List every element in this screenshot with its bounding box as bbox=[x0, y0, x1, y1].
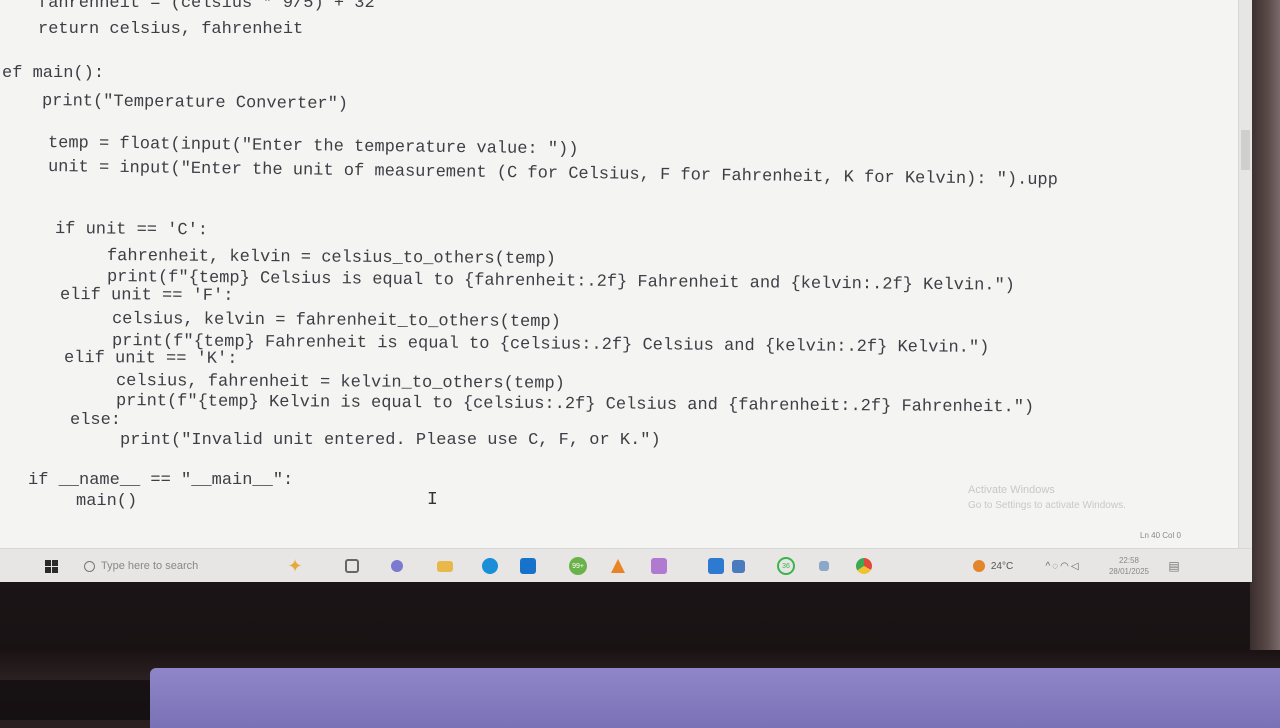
code-line-19: main() bbox=[76, 492, 138, 511]
clock[interactable]: 22:58 28/01/2025 bbox=[1098, 549, 1160, 582]
taskbar: Type here to search ✦ 99+ 36 24°C ^ ◌ ◠ … bbox=[0, 548, 1252, 582]
notification-badge: 99+ bbox=[569, 557, 587, 575]
app-icon[interactable] bbox=[812, 549, 836, 582]
windows-icon bbox=[44, 559, 58, 573]
code-line-3: ef main(): bbox=[2, 64, 105, 83]
code-line-12: print(f"{temp} Fahrenheit is equal to {c… bbox=[111, 332, 990, 358]
code-line-14: celsius, fahrenheit = kelvin_to_others(t… bbox=[115, 372, 565, 394]
clock-date: 28/01/2025 bbox=[1108, 567, 1150, 576]
laptop-keyboard-deck bbox=[150, 668, 1280, 728]
task-view-icon[interactable] bbox=[340, 549, 364, 582]
edge-icon[interactable] bbox=[478, 549, 502, 582]
weather-temp: 24°C bbox=[990, 560, 1014, 572]
code-line-7: if unit == 'C': bbox=[54, 220, 209, 241]
screen: fahrenheit = (celsius * 9/5) + 32 return… bbox=[0, 0, 1252, 582]
wifi-icon[interactable]: ◠ bbox=[1060, 561, 1071, 572]
cloud-icon[interactable]: ◌ bbox=[1052, 561, 1060, 572]
scrollbar-thumb[interactable] bbox=[1241, 130, 1250, 170]
code-line-17: print("Invalid unit entered. Please use … bbox=[120, 431, 661, 450]
store-icon[interactable] bbox=[647, 549, 671, 582]
volume-icon[interactable]: ◁ bbox=[1071, 561, 1081, 572]
code-line-13: elif unit == 'K': bbox=[63, 349, 238, 369]
app-badge-icon[interactable]: 99+ bbox=[566, 549, 590, 582]
code-line-5: temp = float(input("Enter the temperatur… bbox=[47, 134, 579, 160]
code-line-1: fahrenheit = (celsius * 9/5) + 32 bbox=[38, 0, 375, 13]
code-line-4: print("Temperature Converter") bbox=[41, 92, 349, 115]
outlook-icon[interactable] bbox=[516, 549, 540, 582]
code-line-18: if __name__ == "__main__": bbox=[28, 471, 294, 490]
code-line-8: fahrenheit, kelvin = celsius_to_others(t… bbox=[106, 247, 556, 270]
whatsapp-icon[interactable]: 36 bbox=[774, 549, 798, 582]
activate-windows-subtitle: Go to Settings to activate Windows. bbox=[968, 500, 1126, 511]
whatsapp-badge: 36 bbox=[777, 557, 795, 575]
laptop-edge bbox=[1250, 0, 1280, 720]
text-cursor-icon: I bbox=[427, 490, 438, 510]
vlc-icon[interactable] bbox=[606, 549, 630, 582]
chrome-icon[interactable] bbox=[852, 549, 876, 582]
app-icon[interactable] bbox=[385, 549, 409, 582]
file-explorer-icon[interactable] bbox=[433, 549, 457, 582]
taskbar-search[interactable]: Type here to search bbox=[84, 549, 264, 582]
system-tray[interactable]: ^ ◌ ◠ ◁ bbox=[1028, 549, 1098, 582]
code-line-9: print(f"{temp} Celsius is equal to {fahr… bbox=[106, 268, 1016, 296]
cursor-position[interactable]: Ln 40 Col 0 bbox=[1140, 531, 1181, 540]
code-line-16: else: bbox=[70, 411, 122, 430]
app-icon[interactable] bbox=[726, 549, 750, 582]
weather-widget[interactable]: 24°C bbox=[958, 549, 1028, 582]
vertical-scrollbar[interactable] bbox=[1238, 0, 1252, 548]
chevron-up-icon[interactable]: ^ bbox=[1045, 561, 1052, 572]
clock-time: 22:58 bbox=[1118, 556, 1140, 565]
code-line-15: print(f"{temp} Kelvin is equal to {celsi… bbox=[115, 392, 1035, 418]
code-editor[interactable]: fahrenheit = (celsius * 9/5) + 32 return… bbox=[0, 0, 1238, 548]
vscode-icon[interactable] bbox=[704, 549, 728, 582]
code-line-6: unit = input("Enter the unit of measurem… bbox=[47, 158, 1059, 191]
code-line-10: elif unit == 'F': bbox=[59, 286, 234, 306]
search-placeholder: Type here to search bbox=[101, 560, 199, 572]
code-line-2: return celsius, fahrenheit bbox=[38, 20, 304, 39]
copilot-icon[interactable]: ✦ bbox=[282, 549, 308, 582]
notification-icon[interactable]: ▤ bbox=[1162, 549, 1186, 582]
weather-icon bbox=[972, 560, 985, 572]
search-icon bbox=[84, 560, 95, 572]
code-line-11: celsius, kelvin = fahrenheit_to_others(t… bbox=[111, 310, 561, 333]
activate-windows-title: Activate Windows bbox=[968, 484, 1055, 496]
start-button[interactable] bbox=[38, 549, 64, 582]
